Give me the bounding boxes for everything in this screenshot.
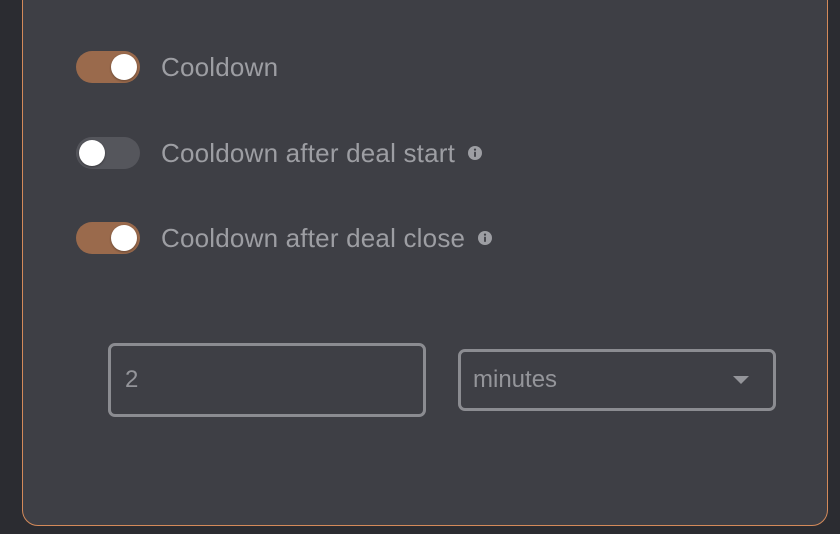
cooldown-after-deal-close-toggle[interactable] xyxy=(76,222,140,254)
info-icon[interactable] xyxy=(477,230,493,246)
cooldown-after-deal-start-label: Cooldown after deal start xyxy=(161,137,456,168)
cooldown-after-deal-start-toggle[interactable] xyxy=(76,137,140,169)
cooldown-unit-value: minutes xyxy=(473,366,558,393)
cooldown-after-deal-close-label: Cooldown after deal close xyxy=(161,222,466,253)
info-icon[interactable] xyxy=(467,145,483,161)
cooldown-toggle[interactable] xyxy=(76,51,140,83)
cooldown-value-input[interactable]: 2 xyxy=(108,343,426,417)
cooldown-label: Cooldown xyxy=(161,51,279,82)
toggle-knob xyxy=(79,140,105,166)
cooldown-after-deal-close-row: Cooldown after deal close xyxy=(76,221,493,255)
toggle-knob xyxy=(111,225,137,251)
cooldown-row: Cooldown xyxy=(76,50,278,84)
cooldown-value: 2 xyxy=(125,366,139,393)
toggle-knob xyxy=(111,54,137,80)
chevron-down-icon xyxy=(733,376,749,384)
cooldown-unit-select[interactable]: minutes xyxy=(458,349,776,411)
cooldown-after-deal-start-row: Cooldown after deal start xyxy=(76,136,483,170)
